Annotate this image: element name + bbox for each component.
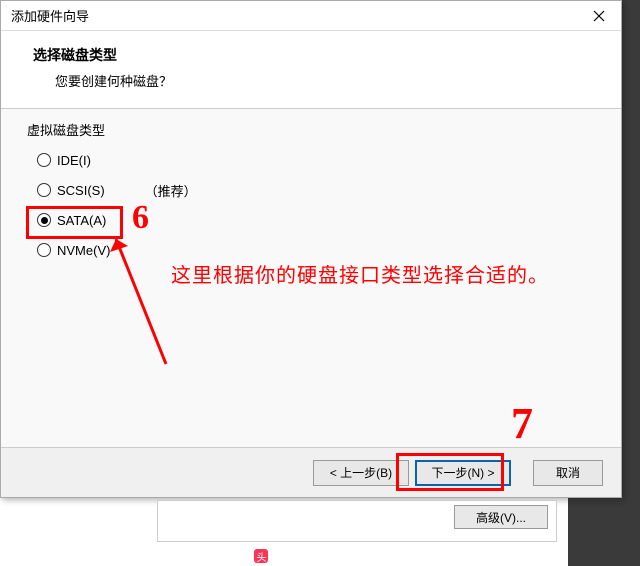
close-icon [593, 10, 605, 22]
attribution-watermark: 头 头条 @曾经的电脑小哥 [0, 548, 640, 564]
advanced-button[interactable]: 高级(V)... [454, 505, 548, 529]
radio-option-sata[interactable]: SATA(A) [37, 205, 585, 235]
back-button[interactable]: < 上一步(B) [313, 460, 409, 486]
radio-option-scsi[interactable]: SCSI(S) （推荐） [37, 175, 585, 205]
radio-option-nvme[interactable]: NVMe(V) [37, 235, 585, 265]
wizard-footer: < 上一步(B) 下一步(N) > 取消 7 [1, 447, 621, 497]
content-area: 虚拟磁盘类型 IDE(I) SCSI(S) （推荐） SATA(A) NVMe(… [1, 109, 621, 447]
disk-type-group: 虚拟磁盘类型 IDE(I) SCSI(S) （推荐） SATA(A) NVMe(… [23, 129, 599, 275]
page-subtitle: 您要创建何种磁盘？ [33, 71, 603, 90]
radio-label: SCSI(S) [57, 183, 105, 198]
add-hardware-wizard-dialog: 添加硬件向导 选择磁盘类型 您要创建何种磁盘？ 虚拟磁盘类型 IDE(I) SC… [0, 0, 622, 498]
radio-label: NVMe(V) [57, 243, 110, 258]
radio-label: SATA(A) [57, 213, 106, 228]
window-title: 添加硬件向导 [11, 6, 89, 25]
toutiao-icon: 头 [254, 549, 268, 563]
recommended-label: （推荐） [145, 181, 197, 200]
close-button[interactable] [577, 1, 621, 31]
page-title: 选择磁盘类型 [33, 45, 603, 65]
radio-icon [37, 183, 51, 197]
group-title: 虚拟磁盘类型 [23, 120, 109, 139]
attribution-text: 头条 @曾经的电脑小哥 [272, 548, 385, 564]
wizard-header: 选择磁盘类型 您要创建何种磁盘？ [1, 31, 621, 109]
radio-icon [37, 213, 51, 227]
radio-icon [37, 153, 51, 167]
background-dialog-footer: 高级(V)... [157, 500, 557, 542]
radio-label: IDE(I) [57, 153, 91, 168]
radio-option-ide[interactable]: IDE(I) [37, 145, 585, 175]
titlebar: 添加硬件向导 [1, 1, 621, 31]
radio-icon [37, 243, 51, 257]
cancel-button[interactable]: 取消 [533, 460, 603, 486]
next-button[interactable]: 下一步(N) > [415, 460, 511, 486]
